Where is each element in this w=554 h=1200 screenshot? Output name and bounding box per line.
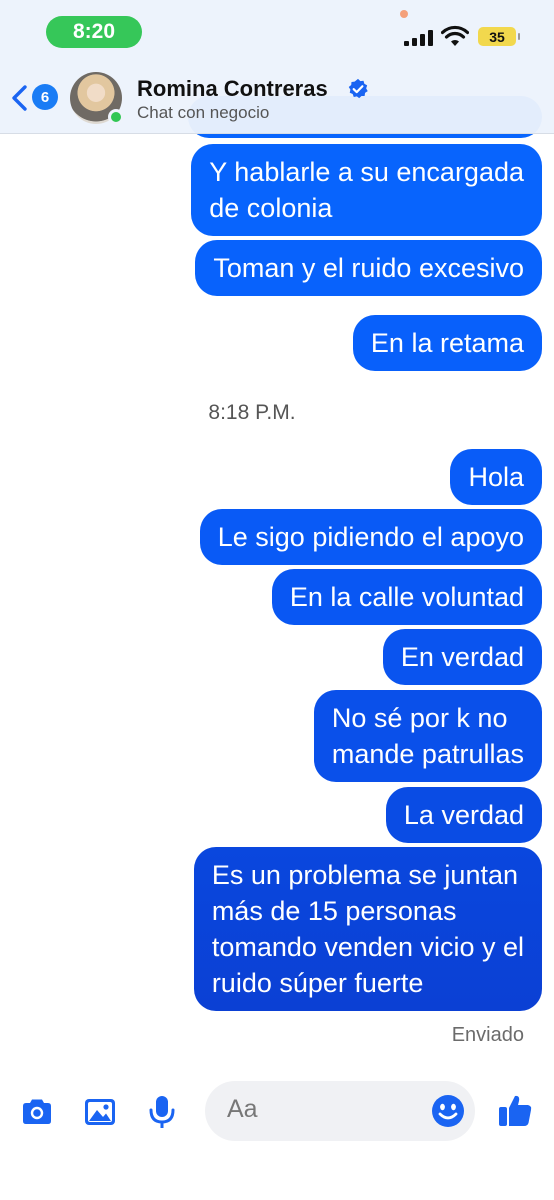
verified-badge-icon: [348, 78, 368, 99]
message-composer: Aa: [0, 1064, 554, 1200]
message-bubble[interactable]: Y hablarle a su encargada de colonia: [191, 144, 542, 236]
status-time: 8:20: [46, 16, 142, 48]
wifi-icon: [441, 25, 469, 46]
status-bar: 8:20 35: [0, 0, 554, 62]
battery-icon: 35: [478, 27, 520, 46]
online-status-dot: [108, 109, 124, 125]
message-bubble[interactable]: En verdad: [382, 629, 542, 685]
message-input[interactable]: Aa: [205, 1081, 475, 1141]
message-bubble[interactable]: No sé por k no mande patrullas: [313, 690, 542, 782]
message-bubble[interactable]: En la retama: [352, 315, 542, 371]
chevron-left-icon: [12, 85, 27, 111]
message-bubble[interactable]: La verdad: [385, 787, 542, 843]
message-input-placeholder: Aa: [227, 1095, 258, 1123]
chat-header: 6 Romina Contreras Chat con negocio: [0, 62, 554, 134]
chat-subtitle: Chat con negocio: [137, 103, 270, 122]
cellular-signal-icon: [404, 30, 434, 46]
microphone-icon[interactable]: [144, 1094, 180, 1130]
message-bubble[interactable]: Toman y el ruido excesivo: [195, 240, 542, 296]
contact-name[interactable]: Romina Contreras: [137, 76, 328, 102]
message-bubble[interactable]: En la calle voluntad: [271, 569, 542, 625]
message-bubble[interactable]: Hola: [450, 449, 542, 505]
gallery-icon[interactable]: [82, 1094, 118, 1130]
back-button[interactable]: 6: [10, 82, 62, 116]
messenger-chat-screen: Y hablarle a su encargada de colonia Tom…: [0, 0, 554, 1200]
emoji-icon[interactable]: [431, 1094, 465, 1128]
message-bubble[interactable]: Le sigo pidiendo el apoyo: [199, 509, 542, 565]
timestamp-separator: 8:18 P.M.: [208, 401, 296, 424]
camera-icon[interactable]: [19, 1094, 55, 1130]
message-bubble[interactable]: Es un problema se juntan más de 15 perso…: [193, 847, 542, 1011]
privacy-indicator: [400, 10, 408, 18]
unread-count-badge: 6: [32, 84, 58, 110]
thumbs-up-icon[interactable]: [497, 1092, 533, 1128]
battery-level: 35: [489, 28, 505, 45]
delivery-status: Enviado: [451, 1024, 524, 1046]
